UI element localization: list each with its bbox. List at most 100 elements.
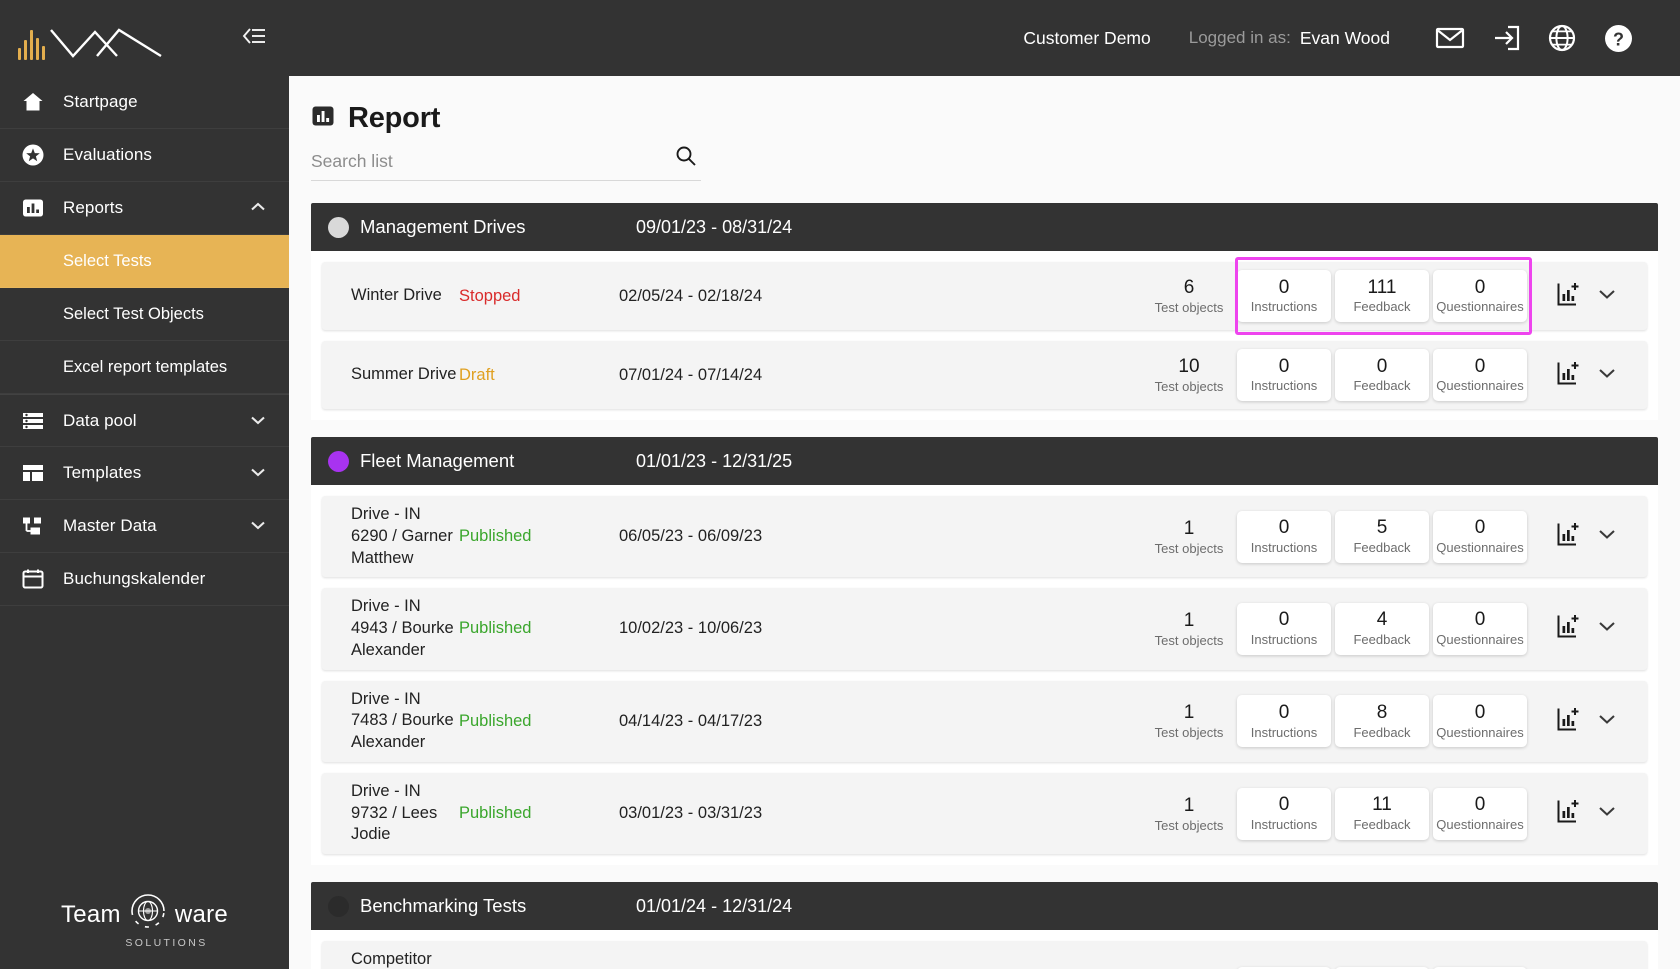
chevron-down-icon[interactable] bbox=[1596, 619, 1618, 638]
chevron-down-icon[interactable] bbox=[1596, 804, 1618, 823]
row-date-range: 10/02/23 - 10/06/23 bbox=[619, 619, 763, 638]
table-row[interactable]: Competitor Analysis_Air Conditioning and… bbox=[322, 941, 1647, 969]
feedback-count: 8 bbox=[1376, 701, 1388, 723]
logout-icon[interactable] bbox=[1478, 24, 1534, 52]
questionnaires-label: Questionnaires bbox=[1436, 724, 1524, 740]
instructions-badge[interactable]: 0 Instructions bbox=[1237, 787, 1331, 840]
chart-plus-icon[interactable] bbox=[1556, 613, 1582, 644]
chart-plus-icon[interactable] bbox=[1556, 360, 1582, 391]
questionnaires-badge[interactable]: 0 Questionnaires bbox=[1433, 510, 1527, 563]
instructions-badge[interactable]: 0 Instructions bbox=[1237, 510, 1331, 563]
instructions-badge[interactable]: 0 Instructions bbox=[1237, 695, 1331, 748]
questionnaires-count-wrap: 0 bbox=[1475, 794, 1486, 816]
collapse-sidebar-icon[interactable] bbox=[239, 25, 267, 52]
row-badges: 0 Instructions 111 Feedback 0 Questionna… bbox=[1237, 270, 1527, 322]
sidebar-item-startpage[interactable]: Startpage bbox=[0, 76, 289, 129]
test-objects-count: 1 bbox=[1183, 794, 1195, 816]
table-row[interactable]: Drive - IN 4943 / Bourke Alexander Publis… bbox=[322, 588, 1647, 670]
app-root: Startpage Evaluations Reports Select Tes… bbox=[0, 0, 1680, 969]
group-date-range: 01/01/24 - 12/31/24 bbox=[636, 895, 793, 916]
sidebar-item-data-pool[interactable]: Data pool bbox=[0, 394, 289, 447]
chevron-down-icon[interactable] bbox=[1596, 287, 1618, 306]
questionnaires-badge[interactable]: 0 Questionnaires bbox=[1433, 270, 1527, 322]
table-row[interactable]: Drive - IN 6290 / Garner Matthew Publishe… bbox=[322, 496, 1647, 578]
chart-plus-icon[interactable] bbox=[1556, 798, 1582, 829]
chart-plus-icon[interactable] bbox=[1556, 521, 1582, 552]
chart-plus-icon[interactable] bbox=[1556, 281, 1582, 312]
row-status: Published bbox=[459, 527, 532, 546]
questionnaires-badge[interactable]: 0 Questionnaires bbox=[1433, 787, 1527, 840]
instructions-badge[interactable]: 0 Instructions bbox=[1237, 270, 1331, 322]
chevron-down-icon[interactable] bbox=[249, 516, 267, 536]
sidebar-item-select-tests[interactable]: Select Tests bbox=[0, 235, 289, 288]
feedback-badge[interactable]: 5 Feedback bbox=[1335, 510, 1429, 563]
feedback-badge[interactable]: 4 Feedback bbox=[1335, 602, 1429, 655]
test-objects-count: 1 bbox=[1183, 517, 1195, 539]
calendar-icon bbox=[20, 567, 45, 591]
questionnaires-label: Questionnaires bbox=[1436, 299, 1524, 315]
search-input[interactable] bbox=[311, 151, 651, 172]
row-test-name: Drive - IN 4943 / Bourke Alexander bbox=[351, 597, 454, 659]
sidebar-item-evaluations[interactable]: Evaluations bbox=[0, 129, 289, 182]
table-row[interactable]: Drive - IN 9732 / Lees Jodie Published 03/… bbox=[322, 772, 1647, 855]
sidebar-item-master-data[interactable]: Master Data bbox=[0, 500, 289, 553]
mail-icon[interactable] bbox=[1422, 25, 1478, 51]
report-group: Management Drives 09/01/23 - 08/31/24 Wint… bbox=[311, 203, 1658, 420]
instructions-count: 0 bbox=[1278, 517, 1290, 539]
footer-logo-text-left: Team bbox=[60, 900, 121, 928]
row-date-range: 02/05/24 - 02/18/24 bbox=[619, 286, 763, 305]
svg-text:?: ? bbox=[1613, 29, 1624, 49]
instructions-badge[interactable]: 0 Instructions bbox=[1237, 349, 1331, 401]
row-test-objects: 1 Test objects bbox=[1141, 518, 1237, 556]
sidebar-item-label: Master Data bbox=[63, 516, 157, 535]
search-icon[interactable] bbox=[675, 145, 697, 172]
instructions-label: Instructions bbox=[1250, 378, 1318, 394]
instructions-count: 0 bbox=[1278, 276, 1290, 298]
report-group: Fleet Management 01/01/23 - 12/31/25 Drive… bbox=[311, 437, 1658, 866]
globe-icon[interactable] bbox=[1534, 23, 1590, 53]
chevron-down-icon[interactable] bbox=[1596, 527, 1618, 546]
report-group-header[interactable]: Fleet Management 01/01/23 - 12/31/25 bbox=[311, 437, 1658, 485]
chevron-up-icon[interactable] bbox=[249, 198, 267, 218]
questionnaires-badge[interactable]: 0 Questionnaires bbox=[1433, 695, 1527, 748]
feedback-label: Feedback bbox=[1353, 378, 1411, 394]
chevron-down-icon[interactable] bbox=[249, 463, 267, 483]
feedback-badge[interactable]: 8 Feedback bbox=[1335, 695, 1429, 748]
page-title: Report bbox=[311, 102, 1680, 135]
chevron-down-icon[interactable] bbox=[1596, 366, 1618, 385]
list-rows-icon bbox=[20, 409, 45, 433]
help-icon[interactable]: ? bbox=[1590, 23, 1646, 54]
questionnaires-count: 0 bbox=[1474, 355, 1486, 377]
instructions-badge[interactable]: 0 Instructions bbox=[1237, 602, 1331, 655]
chart-plus-icon[interactable] bbox=[1556, 706, 1582, 737]
brand-equalizer-icon bbox=[18, 30, 45, 60]
group-date-range: 01/01/23 - 12/31/25 bbox=[636, 450, 793, 471]
sidebar-subitem-label: Select Tests bbox=[63, 251, 152, 270]
sidebar-item-reports[interactable]: Reports bbox=[0, 182, 289, 235]
questionnaires-count: 0 bbox=[1474, 517, 1486, 539]
test-objects-label: Test objects bbox=[1154, 632, 1224, 648]
sidebar-item-excel-report-templates[interactable]: Excel report templates bbox=[0, 341, 289, 394]
sidebar-item-select-test-objects[interactable]: Select Test Objects bbox=[0, 288, 289, 341]
chevron-down-icon[interactable] bbox=[1596, 712, 1618, 731]
table-row[interactable]: Drive - IN 7483 / Bourke Alexander Publis… bbox=[322, 680, 1647, 762]
instructions-label: Instructions bbox=[1250, 816, 1318, 832]
table-row[interactable]: Winter Drive Stopped 02/05/24 - 02/18/24 6… bbox=[322, 257, 1647, 335]
questionnaires-badge[interactable]: 0 Questionnaires bbox=[1433, 349, 1527, 401]
feedback-badge[interactable]: 0 Feedback bbox=[1335, 349, 1429, 401]
search-box[interactable] bbox=[311, 146, 701, 181]
row-date-range: 04/14/23 - 04/17/23 bbox=[619, 711, 763, 730]
layout-template-icon bbox=[20, 461, 45, 485]
report-group-header[interactable]: Management Drives 09/01/23 - 08/31/24 bbox=[311, 203, 1658, 251]
sidebar-item-templates[interactable]: Templates bbox=[0, 447, 289, 500]
feedback-badge[interactable]: 11 Feedback bbox=[1335, 787, 1429, 840]
row-status: Draft bbox=[459, 365, 495, 384]
chevron-down-icon[interactable] bbox=[249, 411, 267, 431]
questionnaires-count: 0 bbox=[1474, 701, 1486, 723]
table-row[interactable]: Summer Drive Draft 07/01/24 - 07/14/24 10 … bbox=[322, 341, 1647, 409]
questionnaires-badge[interactable]: 0 Questionnaires bbox=[1433, 602, 1527, 655]
report-group-header[interactable]: Benchmarking Tests 01/01/24 - 12/31/24 bbox=[311, 882, 1658, 931]
test-objects-label: Test objects bbox=[1154, 817, 1224, 833]
sidebar-item-buchungskalender[interactable]: Buchungskalender bbox=[0, 553, 289, 606]
feedback-badge[interactable]: 111 Feedback bbox=[1335, 270, 1429, 322]
